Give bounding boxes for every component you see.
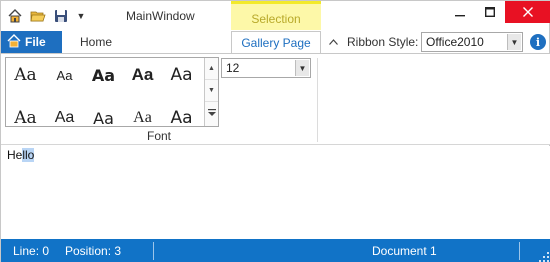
- font-sample[interactable]: Aa: [45, 101, 84, 126]
- close-icon[interactable]: [505, 1, 550, 23]
- tab-home[interactable]: Home: [63, 31, 129, 53]
- scroll-up-icon[interactable]: ▲: [205, 58, 218, 80]
- font-group-label: Font: [146, 129, 171, 143]
- ribbon-style-label: Ribbon Style:: [347, 35, 419, 49]
- font-size-combo[interactable]: 12 ▼: [221, 58, 311, 78]
- contextual-tab-group: Selection: [231, 1, 321, 30]
- window-title: MainWindow: [126, 9, 195, 23]
- file-tab[interactable]: File: [1, 31, 62, 53]
- status-divider: [153, 242, 154, 260]
- status-bar: Line: 0 Position: 3 Document 1: [1, 239, 550, 262]
- customize-qat-dropdown-icon[interactable]: ▼: [74, 6, 88, 26]
- ribbon-panel: Aa Aa Aa Aa Aa Aa Aa Aa Aa Aa ▲ ▼ 12 ▼ F…: [1, 53, 550, 145]
- editor-text-selection: llo: [22, 148, 35, 162]
- quick-access-toolbar: ▼: [5, 6, 88, 26]
- maximize-icon[interactable]: [475, 1, 505, 23]
- font-gallery-items: Aa Aa Aa Aa Aa Aa Aa Aa Aa Aa: [6, 58, 204, 126]
- status-position: Position: 3: [65, 244, 122, 258]
- gallery-row: Aa Aa Aa Aa Aa: [6, 58, 204, 92]
- editor-content[interactable]: Hello: [7, 148, 35, 162]
- ribbon-tab-row: File Home Gallery Page Ribbon Style: Off…: [1, 31, 550, 54]
- status-divider: [519, 242, 520, 260]
- gallery-row: Aa Aa Aa Aa Aa: [6, 101, 204, 127]
- chevron-down-icon[interactable]: ▼: [295, 60, 309, 76]
- font-sample[interactable]: Aa: [123, 58, 162, 92]
- document-editor[interactable]: Hello: [1, 146, 550, 239]
- chevron-down-icon[interactable]: ▼: [507, 34, 521, 50]
- font-sample[interactable]: Aa: [162, 101, 201, 126]
- tab-gallery-page[interactable]: Gallery Page: [231, 31, 321, 54]
- status-line: Line: 0: [13, 244, 50, 258]
- title-bar: ▼ MainWindow Selection: [1, 1, 550, 31]
- editor-text-plain: He: [7, 148, 23, 162]
- font-gallery[interactable]: Aa Aa Aa Aa Aa Aa Aa Aa Aa Aa ▲ ▼: [5, 57, 219, 127]
- font-sample[interactable]: Aa: [6, 58, 45, 92]
- file-home-icon: [7, 33, 21, 51]
- font-sample[interactable]: Aa: [162, 58, 201, 92]
- font-sample[interactable]: Aa: [84, 58, 123, 92]
- status-document: Document 1: [372, 244, 437, 258]
- font-sample[interactable]: Aa: [84, 101, 123, 127]
- main-window: ▼ MainWindow Selection File Home Gallery…: [0, 0, 550, 262]
- ribbon-style-value: Office2010: [426, 35, 484, 49]
- home-icon[interactable]: [5, 6, 25, 26]
- font-sample[interactable]: Aa: [6, 101, 45, 126]
- minimize-icon[interactable]: [445, 1, 475, 23]
- open-folder-icon[interactable]: [28, 6, 48, 26]
- contextual-group-label: Selection: [251, 12, 301, 26]
- window-controls: [445, 1, 550, 23]
- collapse-ribbon-icon[interactable]: [327, 37, 339, 47]
- gallery-expand-icon[interactable]: [205, 102, 218, 124]
- file-tab-label: File: [25, 35, 46, 49]
- font-sample[interactable]: Aa: [123, 101, 162, 126]
- ribbon-style-select[interactable]: Office2010 ▼: [421, 32, 523, 52]
- font-size-value: 12: [226, 61, 240, 75]
- gallery-scrollbar[interactable]: ▲ ▼: [204, 58, 218, 126]
- font-sample[interactable]: Aa: [45, 58, 84, 92]
- scroll-down-icon[interactable]: ▼: [205, 80, 218, 102]
- resize-grip-icon[interactable]: [539, 251, 549, 262]
- save-icon[interactable]: [51, 6, 71, 26]
- group-divider: [317, 58, 318, 142]
- info-icon[interactable]: i: [530, 34, 546, 50]
